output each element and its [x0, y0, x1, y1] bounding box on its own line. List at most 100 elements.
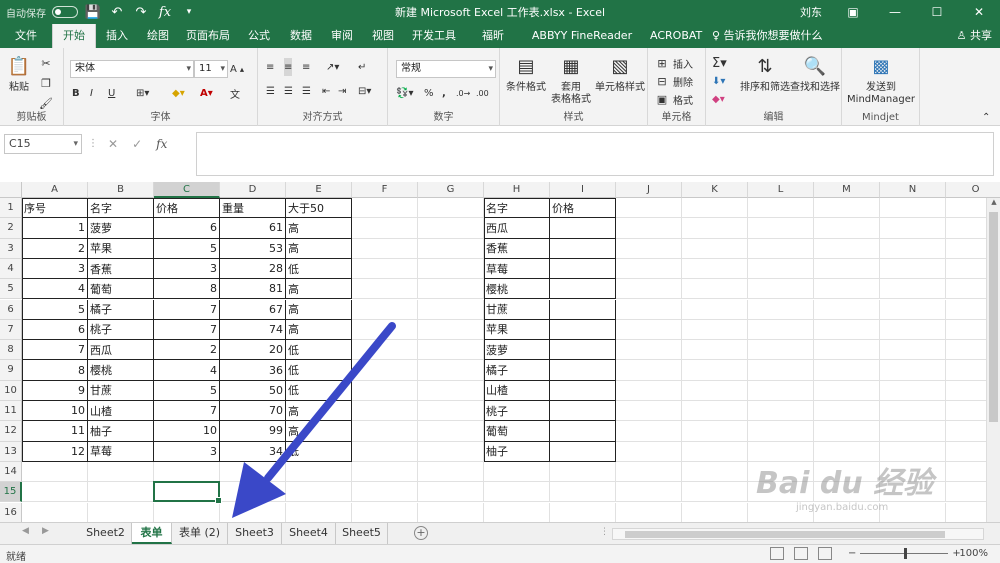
cell[interactable]	[418, 421, 484, 442]
cell[interactable]	[682, 299, 748, 320]
data-cell[interactable]: 6	[154, 218, 220, 239]
cell[interactable]	[88, 461, 154, 483]
cell[interactable]	[682, 421, 748, 442]
column-header-E[interactable]: E	[286, 182, 352, 198]
data-cell[interactable]: 4	[154, 360, 220, 381]
percent-icon[interactable]: %	[424, 84, 434, 102]
data-cell[interactable]: 10	[154, 421, 220, 442]
cell[interactable]	[682, 279, 748, 300]
cell[interactable]	[880, 421, 946, 442]
cell[interactable]	[682, 319, 748, 341]
formula-input[interactable]	[196, 132, 994, 176]
data-cell[interactable]: 低	[286, 441, 352, 462]
data-cell[interactable]: 3	[154, 441, 220, 462]
tab-11[interactable]: ABBYY FineReader 12	[522, 24, 642, 66]
cell-styles-button[interactable]: ▧ 单元格样式	[594, 54, 646, 94]
tab-6[interactable]: 数据	[280, 24, 322, 48]
cell[interactable]	[352, 258, 418, 280]
close-button[interactable]: ✕	[958, 0, 1000, 24]
cell[interactable]	[352, 461, 418, 483]
vertical-scrollbar[interactable]: ▲	[986, 198, 1000, 522]
data-cell[interactable]: 低	[286, 340, 352, 361]
data-cell[interactable]: 价格	[550, 198, 616, 219]
data-cell[interactable]: 苹果	[88, 238, 154, 259]
cell[interactable]	[352, 482, 418, 503]
cell[interactable]	[748, 340, 814, 361]
cell[interactable]	[616, 340, 682, 361]
cell[interactable]	[484, 461, 550, 483]
row-header-11[interactable]: 11	[0, 401, 22, 422]
cell[interactable]	[550, 502, 616, 522]
cell[interactable]	[682, 218, 748, 239]
data-cell[interactable]: 樱桃	[88, 360, 154, 381]
cell[interactable]	[748, 319, 814, 341]
data-cell[interactable]: 橘子	[88, 299, 154, 320]
paste-button[interactable]: 📋 粘贴	[6, 54, 32, 94]
autosum-icon[interactable]: Σ▾	[712, 54, 727, 72]
tab-8[interactable]: 视图	[362, 24, 404, 48]
fill-color-icon[interactable]: ◆▾	[172, 84, 185, 102]
data-cell[interactable]: 葡萄	[88, 279, 154, 300]
row-header-8[interactable]: 8	[0, 340, 22, 361]
data-cell[interactable]: 28	[220, 258, 286, 280]
cell[interactable]	[220, 482, 286, 503]
cell[interactable]	[748, 360, 814, 381]
cell[interactable]	[616, 380, 682, 401]
data-cell[interactable]: 柚子	[88, 421, 154, 442]
data-cell[interactable]: 7	[154, 401, 220, 422]
cell[interactable]	[682, 360, 748, 381]
cell[interactable]	[550, 482, 616, 503]
align-center-icon[interactable]: ☰	[284, 82, 293, 100]
delete-cells-button[interactable]: ⊟ 删除	[654, 72, 693, 90]
prev-sheet-icon[interactable]: ◀	[22, 526, 29, 536]
cell[interactable]	[352, 421, 418, 442]
data-cell[interactable]: 11	[22, 421, 88, 442]
cell[interactable]	[616, 401, 682, 422]
data-cell[interactable]: 甘蔗	[88, 380, 154, 401]
data-cell[interactable]: 高	[286, 421, 352, 442]
wrap-text-icon[interactable]: ↵	[358, 58, 366, 76]
data-cell[interactable]: 12	[22, 441, 88, 462]
customize-qat-icon[interactable]: ▾	[180, 3, 198, 21]
data-cell[interactable]: 山楂	[88, 401, 154, 422]
cell[interactable]	[22, 502, 88, 522]
cell[interactable]	[616, 502, 682, 522]
data-cell[interactable]: 低	[286, 360, 352, 381]
row-header-9[interactable]: 9	[0, 360, 22, 381]
data-cell[interactable]: 70	[220, 401, 286, 422]
row-header-4[interactable]: 4	[0, 258, 22, 280]
cell[interactable]	[814, 340, 880, 361]
borders-icon[interactable]: ⊞▾	[136, 84, 149, 102]
tab-1[interactable]: 开始	[52, 24, 96, 48]
page-layout-view-icon[interactable]	[794, 547, 808, 560]
cell[interactable]	[880, 279, 946, 300]
data-cell[interactable]: 桃子	[484, 401, 550, 422]
data-cell[interactable]: 2	[154, 340, 220, 361]
align-bottom-icon[interactable]: ≡	[302, 58, 310, 76]
cell[interactable]	[22, 461, 88, 483]
column-header-D[interactable]: D	[220, 182, 286, 198]
page-break-view-icon[interactable]	[818, 547, 832, 560]
tab-10[interactable]: 福昕PDF	[464, 24, 522, 66]
cell[interactable]	[352, 198, 418, 219]
row-header-2[interactable]: 2	[0, 218, 22, 239]
column-header-G[interactable]: G	[418, 182, 484, 198]
name-box[interactable]: C15	[4, 134, 82, 154]
cell[interactable]	[814, 299, 880, 320]
data-cell[interactable]: 10	[22, 401, 88, 422]
cell[interactable]	[880, 380, 946, 401]
column-header-N[interactable]: N	[880, 182, 946, 198]
cell[interactable]	[616, 441, 682, 462]
cell[interactable]	[418, 401, 484, 422]
data-cell[interactable]	[550, 441, 616, 462]
data-cell[interactable]: 草莓	[484, 258, 550, 280]
next-sheet-icon[interactable]: ▶	[42, 526, 49, 536]
cell[interactable]	[748, 279, 814, 300]
data-cell[interactable]: 8	[22, 360, 88, 381]
column-header-C[interactable]: C	[154, 182, 220, 198]
cell[interactable]	[418, 319, 484, 341]
cell[interactable]	[616, 461, 682, 483]
data-cell[interactable]: 74	[220, 319, 286, 341]
format-cells-button[interactable]: ▣ 格式	[654, 90, 693, 108]
data-cell[interactable]: 低	[286, 380, 352, 401]
